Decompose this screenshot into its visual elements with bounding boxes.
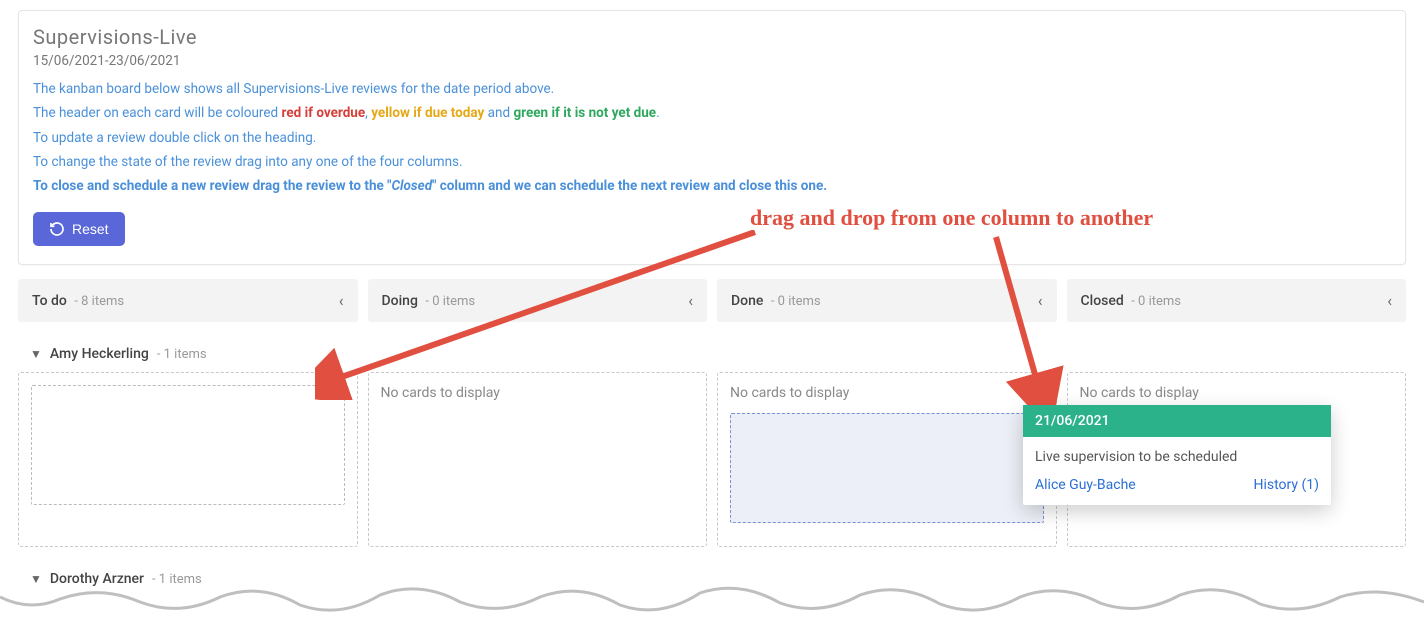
column-header-doing[interactable]: Doing - 0 items ‹ [368, 279, 708, 322]
column-header-closed[interactable]: Closed - 0 items ‹ [1067, 279, 1407, 322]
desc-line-4: To change the state of the review drag i… [33, 152, 1391, 172]
drop-placeholder[interactable] [730, 413, 1044, 523]
page-title: Supervisions-Live [33, 25, 1391, 49]
card-date-header[interactable]: 21/06/2021 [1023, 405, 1331, 437]
desc-line-3: To update a review double click on the h… [33, 128, 1391, 148]
drop-col-todo[interactable] [18, 372, 358, 547]
card-history-link[interactable]: History (1) [1253, 477, 1319, 493]
no-cards-label: No cards to display [1080, 385, 1394, 401]
swimlane-header-0[interactable]: ▼ Amy Heckerling - 1 items [30, 346, 1406, 362]
chevron-down-icon: ▼ [30, 572, 42, 586]
no-cards-label: No cards to display [730, 385, 1044, 401]
card-body: Live supervision to be scheduled [1023, 437, 1331, 477]
swimlane-header-1[interactable]: ▼ Dorothy Arzner - 1 items [30, 571, 1406, 587]
desc-line-5: To close and schedule a new review drag … [33, 176, 1391, 196]
kanban-card-dragging[interactable]: 21/06/2021 Live supervision to be schedu… [1023, 405, 1331, 505]
column-headers: To do - 8 items ‹ Doing - 0 items ‹ Done… [18, 279, 1406, 322]
desc-line-1: The kanban board below shows all Supervi… [33, 79, 1391, 99]
reset-button-label: Reset [72, 221, 109, 237]
chevron-left-icon[interactable]: ‹ [1038, 291, 1043, 310]
info-panel: Supervisions-Live 15/06/2021-23/06/2021 … [18, 10, 1406, 265]
drop-col-doing[interactable]: No cards to display [368, 372, 708, 547]
due-today-label: yellow if due today [371, 105, 484, 121]
chevron-down-icon: ▼ [30, 347, 42, 361]
card-footer: Alice Guy-Bache History (1) [1023, 477, 1331, 505]
closed-column-ref: Closed [391, 178, 432, 194]
empty-drop-area[interactable] [31, 385, 345, 505]
chevron-left-icon[interactable]: ‹ [339, 291, 344, 310]
chevron-left-icon[interactable]: ‹ [1387, 291, 1392, 310]
column-header-todo[interactable]: To do - 8 items ‹ [18, 279, 358, 322]
chevron-left-icon[interactable]: ‹ [688, 291, 693, 310]
date-range: 15/06/2021-23/06/2021 [33, 53, 1391, 69]
column-header-done[interactable]: Done - 0 items ‹ [717, 279, 1057, 322]
undo-icon [49, 221, 65, 237]
reset-button[interactable]: Reset [33, 212, 125, 246]
annotation-text: drag and drop from one column to another [750, 205, 1153, 231]
drop-col-done[interactable]: No cards to display [717, 372, 1057, 547]
desc-line-2: The header on each card will be coloured… [33, 103, 1391, 123]
no-cards-label: No cards to display [381, 385, 695, 401]
overdue-label: red if overdue [282, 105, 366, 121]
not-due-label: green if it is not yet due [513, 105, 656, 121]
card-assignee-link[interactable]: Alice Guy-Bache [1035, 477, 1136, 493]
